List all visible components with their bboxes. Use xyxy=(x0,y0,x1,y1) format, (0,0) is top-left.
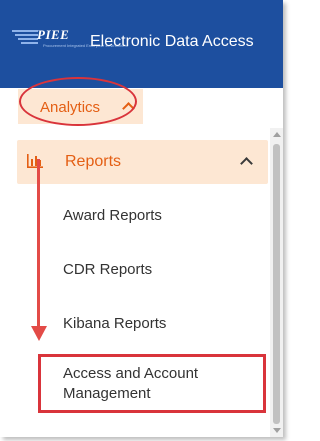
annotation-arrow-head xyxy=(31,326,47,341)
piee-logo[interactable]: PIEE Procurement Integrated Enterprise E… xyxy=(10,27,128,51)
scroll-thumb[interactable] xyxy=(273,144,280,424)
annotation-highlight-box xyxy=(38,354,266,413)
scroll-down-icon[interactable] xyxy=(273,428,281,433)
menu-item-kibana-reports[interactable]: Kibana Reports xyxy=(63,315,166,332)
analytics-menu: Reports Award Reports CDR Reports Kibana… xyxy=(0,128,270,437)
screenshot-frame: PIEE Procurement Integrated Enterprise E… xyxy=(0,0,283,437)
menu-item-cdr-reports[interactable]: CDR Reports xyxy=(63,261,152,278)
reports-label: Reports xyxy=(65,153,122,170)
scroll-up-icon[interactable] xyxy=(273,132,281,137)
menu-item-award-reports[interactable]: Award Reports xyxy=(63,207,162,224)
logo-text: PIEE xyxy=(37,27,70,42)
app-header: PIEE Procurement Integrated Enterprise E… xyxy=(0,0,283,88)
bar-chart-icon xyxy=(27,154,43,168)
app-title: Electronic Data Access xyxy=(90,33,254,50)
reports-menu-item[interactable]: Reports xyxy=(17,140,268,184)
annotation-arrow-shaft xyxy=(37,159,40,329)
menu-scrollbar[interactable] xyxy=(270,128,283,437)
annotation-oval xyxy=(19,77,137,126)
chevron-up-icon[interactable] xyxy=(240,157,253,170)
